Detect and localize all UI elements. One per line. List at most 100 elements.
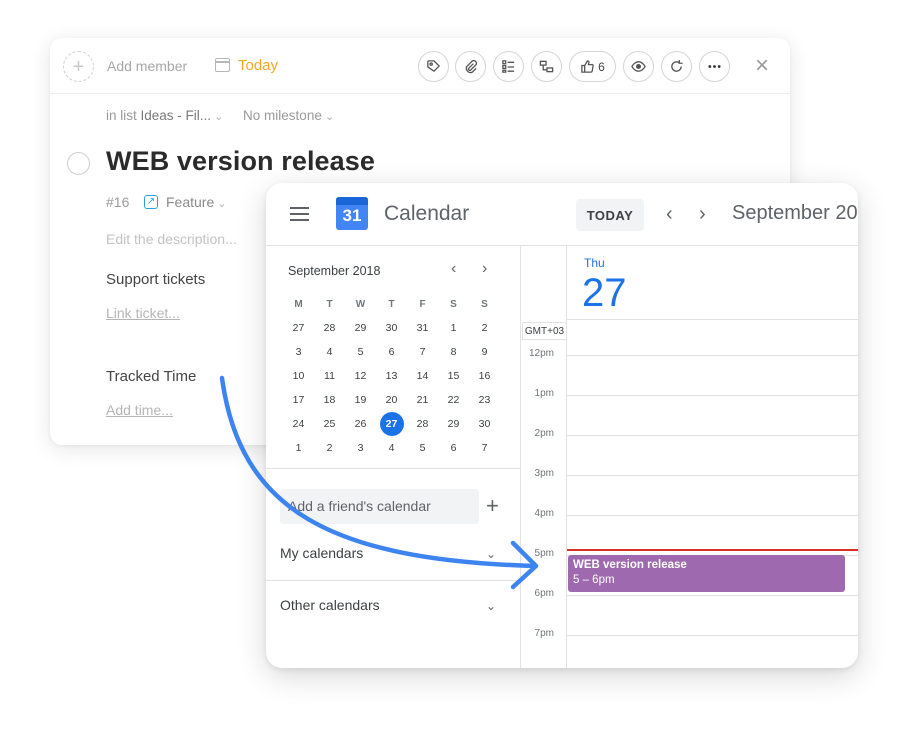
mini-weekday: F bbox=[419, 298, 426, 310]
mini-day-label: 19 bbox=[354, 394, 367, 406]
mini-day-label: 28 bbox=[416, 418, 429, 430]
day-number[interactable]: 27 bbox=[582, 271, 627, 316]
mini-day[interactable]: 6 bbox=[438, 436, 469, 460]
close-icon[interactable]: × bbox=[755, 52, 769, 80]
mini-day[interactable]: 2 bbox=[469, 316, 500, 340]
mini-day[interactable]: 8 bbox=[438, 340, 469, 364]
mini-day-label: 30 bbox=[478, 418, 491, 430]
mini-day-label: 7 bbox=[419, 346, 426, 358]
mini-day[interactable]: 29 bbox=[438, 412, 469, 436]
mini-day[interactable]: 4 bbox=[376, 436, 407, 460]
chevron-left-icon[interactable]: ‹ bbox=[666, 203, 673, 225]
link-ticket-link[interactable]: Link ticket... bbox=[106, 305, 180, 321]
checklist-button[interactable] bbox=[493, 51, 524, 82]
mini-calendar-grid: M T W T F S S 27 28 29 30 31 1 2 3 4 5 6 7 8 9 10 11 12 13 14 15 16… bbox=[283, 292, 500, 460]
other-calendars-toggle[interactable]: Other calendars bbox=[280, 597, 380, 613]
mini-day[interactable]: 3 bbox=[345, 436, 376, 460]
mini-day-label: 5 bbox=[419, 442, 426, 454]
mini-day[interactable]: 27 bbox=[283, 316, 314, 340]
mini-day[interactable]: 22 bbox=[438, 388, 469, 412]
mini-day-label: 25 bbox=[323, 418, 336, 430]
mini-next-icon[interactable]: › bbox=[482, 260, 487, 278]
mini-prev-icon[interactable]: ‹ bbox=[451, 260, 456, 278]
mini-day[interactable]: 14 bbox=[407, 364, 438, 388]
mini-day[interactable]: 21 bbox=[407, 388, 438, 412]
mini-day[interactable]: 15 bbox=[438, 364, 469, 388]
tracked-time-heading: Tracked Time bbox=[106, 368, 197, 385]
mini-day[interactable]: 26 bbox=[345, 412, 376, 436]
chevron-down-icon: ⌄ bbox=[217, 198, 227, 210]
chevron-right-icon[interactable]: › bbox=[699, 203, 706, 225]
mini-day[interactable]: 25 bbox=[314, 412, 345, 436]
mini-day[interactable]: 29 bbox=[345, 316, 376, 340]
mini-day-label: 13 bbox=[385, 370, 398, 382]
hour-gridline bbox=[566, 355, 858, 356]
mini-day[interactable]: 16 bbox=[469, 364, 500, 388]
mini-day[interactable]: 3 bbox=[283, 340, 314, 364]
mini-day[interactable]: 30 bbox=[376, 316, 407, 340]
complete-task-checkbox[interactable] bbox=[67, 152, 90, 175]
mini-day[interactable]: 18 bbox=[314, 388, 345, 412]
hour-label: 12pm bbox=[528, 348, 554, 359]
mini-day[interactable]: 19 bbox=[345, 388, 376, 412]
mini-day[interactable]: 17 bbox=[283, 388, 314, 412]
add-friend-calendar-input[interactable]: Add a friend's calendar bbox=[280, 489, 479, 524]
mini-day[interactable]: 20 bbox=[376, 388, 407, 412]
mini-day[interactable]: 10 bbox=[283, 364, 314, 388]
dependency-button[interactable] bbox=[531, 51, 562, 82]
mini-day[interactable]: 7 bbox=[407, 340, 438, 364]
add-time-link[interactable]: Add time... bbox=[106, 402, 173, 418]
mini-day[interactable]: 28 bbox=[407, 412, 438, 436]
mini-day[interactable]: 12 bbox=[345, 364, 376, 388]
mini-day[interactable]: 1 bbox=[438, 316, 469, 340]
tag-button[interactable] bbox=[418, 51, 449, 82]
plus-icon[interactable]: + bbox=[486, 493, 499, 519]
task-toolbar: + Add member Today 6 × bbox=[50, 38, 790, 94]
mini-day-label: 29 bbox=[447, 418, 460, 430]
task-title[interactable]: WEB version release bbox=[106, 146, 375, 177]
chevron-down-icon[interactable]: ⌄ bbox=[486, 599, 496, 613]
mini-day[interactable]: 28 bbox=[314, 316, 345, 340]
mini-weekday: S bbox=[481, 298, 488, 310]
mini-day-label: 15 bbox=[447, 370, 460, 382]
repeat-button[interactable] bbox=[661, 51, 692, 82]
menu-icon[interactable] bbox=[290, 207, 309, 221]
more-button[interactable] bbox=[699, 51, 730, 82]
checklist-icon bbox=[502, 60, 515, 73]
mini-day[interactable]: 9 bbox=[469, 340, 500, 364]
more-dots-icon bbox=[708, 65, 721, 68]
mini-day[interactable]: 30 bbox=[469, 412, 500, 436]
mini-day[interactable]: 5 bbox=[407, 436, 438, 460]
mini-day[interactable]: 27 bbox=[376, 412, 407, 436]
mini-day[interactable]: 31 bbox=[407, 316, 438, 340]
day-of-week: Thu bbox=[584, 256, 605, 270]
mini-day-label: 30 bbox=[385, 322, 398, 334]
list-selector[interactable]: Ideas - Fil... bbox=[141, 108, 212, 123]
mini-day[interactable]: 5 bbox=[345, 340, 376, 364]
due-date-button[interactable]: Today bbox=[238, 57, 278, 74]
mini-day[interactable]: 2 bbox=[314, 436, 345, 460]
task-type-selector[interactable]: Feature ⌄ bbox=[166, 194, 226, 210]
like-button[interactable]: 6 bbox=[569, 51, 616, 82]
today-button[interactable]: TODAY bbox=[576, 199, 644, 231]
mini-day[interactable]: 7 bbox=[469, 436, 500, 460]
mini-day[interactable]: 13 bbox=[376, 364, 407, 388]
add-member-icon[interactable]: + bbox=[63, 51, 94, 82]
calendar-event[interactable]: WEB version release 5 – 6pm bbox=[568, 555, 845, 592]
my-calendars-toggle[interactable]: My calendars bbox=[280, 545, 363, 561]
sidebar-border bbox=[520, 246, 521, 668]
chevron-down-icon[interactable]: ⌄ bbox=[486, 547, 496, 561]
mini-day[interactable]: 23 bbox=[469, 388, 500, 412]
milestone-selector[interactable]: No milestone bbox=[243, 108, 322, 123]
mini-day[interactable]: 1 bbox=[283, 436, 314, 460]
watch-button[interactable] bbox=[623, 51, 654, 82]
description-field[interactable]: Edit the description... bbox=[106, 231, 237, 247]
mini-day[interactable]: 24 bbox=[283, 412, 314, 436]
mini-day[interactable]: 6 bbox=[376, 340, 407, 364]
add-member-button[interactable]: Add member bbox=[107, 58, 187, 74]
attach-button[interactable] bbox=[455, 51, 486, 82]
hour-gridline bbox=[566, 515, 858, 516]
mini-day[interactable]: 11 bbox=[314, 364, 345, 388]
mini-day[interactable]: 4 bbox=[314, 340, 345, 364]
like-count: 6 bbox=[598, 59, 605, 74]
